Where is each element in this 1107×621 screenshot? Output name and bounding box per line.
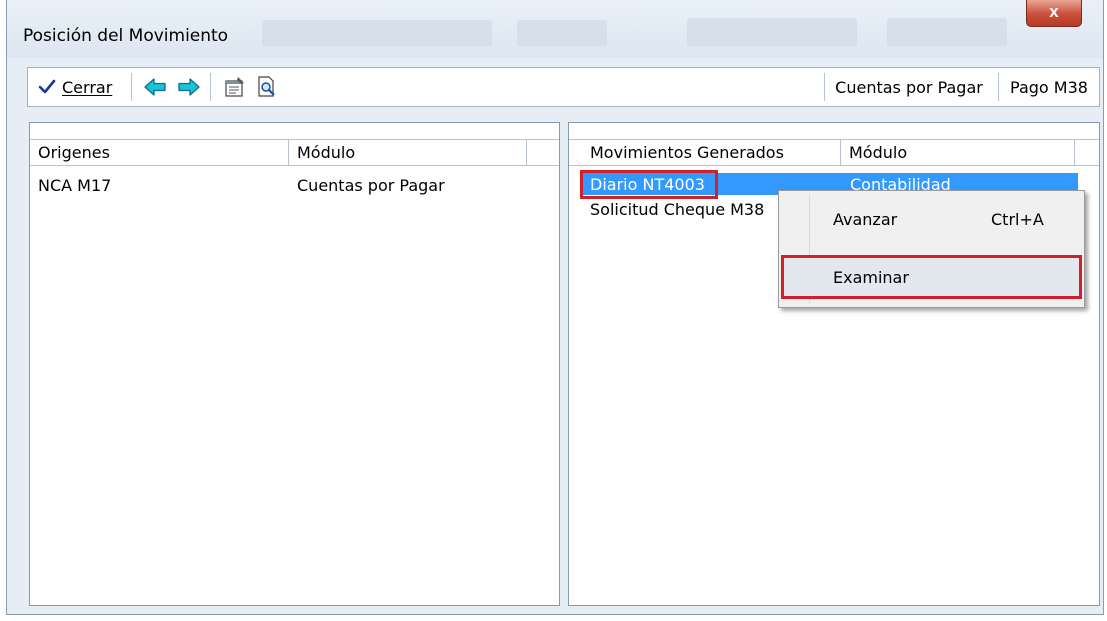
document-search-icon	[258, 76, 275, 97]
movement-button-label: Pago M38	[1010, 77, 1088, 97]
window-close-button[interactable]: x	[1026, 0, 1082, 27]
forward-button[interactable]	[174, 68, 204, 106]
preview-button[interactable]	[252, 68, 282, 106]
window-title: Posición del Movimiento	[23, 26, 229, 46]
module-button-label: Cuentas por Pagar	[835, 77, 983, 97]
movement-button[interactable]: Pago M38	[999, 68, 1099, 106]
module-button[interactable]: Cuentas por Pagar	[825, 68, 993, 106]
menu-item-avanzar[interactable]: Avanzar Ctrl+A	[781, 196, 1082, 246]
generated-list-header: Movimientos Generados Módulo	[569, 139, 1099, 166]
back-button[interactable]	[140, 68, 170, 106]
close-button-label: Cerrar	[62, 77, 113, 97]
arrow-right-icon	[178, 78, 200, 96]
column-header-generated-movements[interactable]: Movimientos Generados	[582, 140, 841, 165]
title-bar: Posición del Movimiento x	[7, 0, 1103, 58]
check-icon	[38, 79, 56, 94]
column-header-origins[interactable]: Origenes	[30, 140, 289, 165]
column-header-module[interactable]: Módulo	[841, 140, 1075, 165]
toolbar-separator	[131, 73, 132, 101]
toolbar-separator	[210, 73, 211, 101]
generated-row-name[interactable]: Solicitud Cheque M38	[590, 200, 764, 219]
arrow-left-icon	[144, 78, 166, 96]
background-ghost	[687, 18, 857, 46]
origins-list-header: Origenes Módulo	[30, 139, 559, 166]
properties-button[interactable]	[220, 68, 250, 106]
toolbar: Cerrar Cuentas por Pagar Pago M38	[27, 67, 1100, 107]
origin-row-name[interactable]: NCA M17	[38, 176, 111, 195]
background-ghost	[517, 20, 607, 46]
menu-item-examinar[interactable]: Examinar	[781, 255, 1082, 299]
highlight-annotation	[580, 170, 718, 199]
menu-item-shortcut: Ctrl+A	[991, 210, 1044, 229]
origin-row-module[interactable]: Cuentas por Pagar	[297, 176, 445, 195]
origins-list[interactable]: Origenes Módulo NCA M17 Cuentas por Paga…	[29, 122, 560, 606]
background-ghost	[262, 20, 492, 46]
context-menu: Avanzar Ctrl+A Examinar	[778, 190, 1085, 308]
menu-item-label: Avanzar	[833, 210, 898, 229]
menu-item-label: Examinar	[833, 268, 909, 287]
properties-icon	[225, 77, 244, 97]
close-button[interactable]: Cerrar	[28, 68, 128, 106]
background-ghost	[887, 18, 1007, 46]
column-header-module[interactable]: Módulo	[289, 140, 527, 165]
movement-position-window: Posición del Movimiento x Cerrar Cuentas…	[6, 0, 1104, 615]
close-icon: x	[1049, 2, 1059, 21]
